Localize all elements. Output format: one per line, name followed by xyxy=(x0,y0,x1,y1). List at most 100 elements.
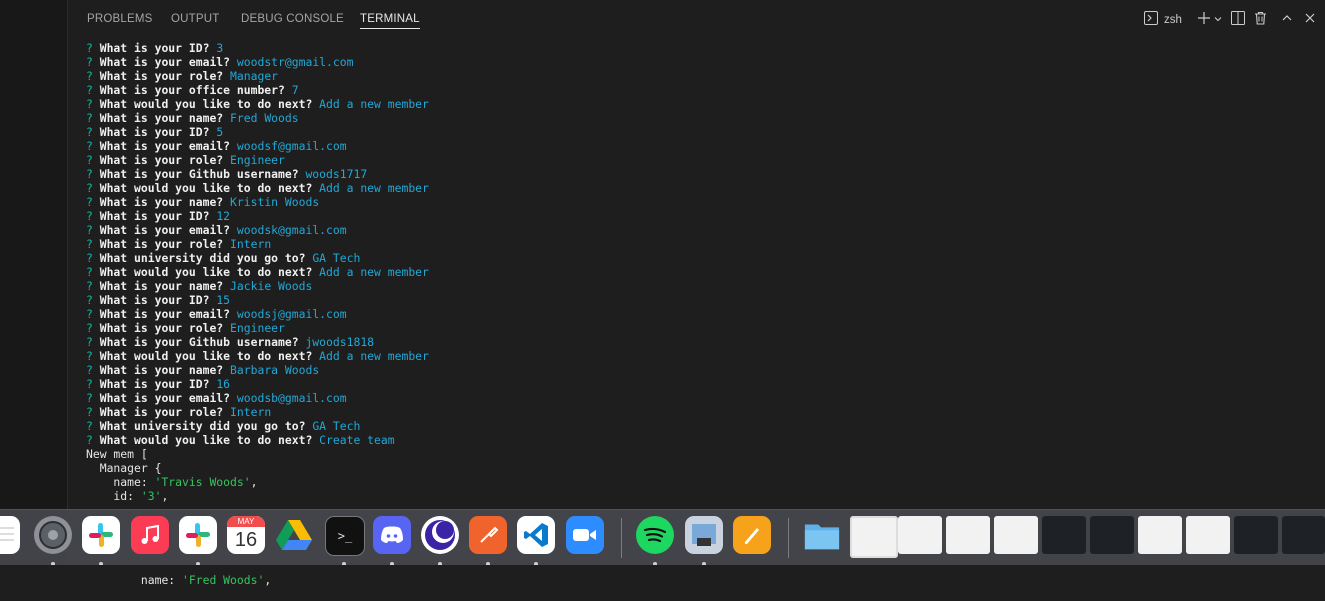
prompt-text: What is your email? xyxy=(99,55,231,69)
system-preferences-icon[interactable] xyxy=(34,516,72,554)
output-header: New mem [ xyxy=(86,447,148,461)
terminal-line: ? What is your name? Barbara Woods xyxy=(86,363,1315,377)
terminal-line: ? What is your ID? 5 xyxy=(86,125,1315,139)
dock-separator-2 xyxy=(788,518,789,558)
calendar-icon[interactable]: MAY 16 xyxy=(227,516,265,554)
window-thumbnail[interactable] xyxy=(994,516,1038,554)
window-thumbnail[interactable] xyxy=(1042,516,1086,554)
terminal-line: ? What is your role? Manager xyxy=(86,69,1315,83)
prompt-text: What is your role? xyxy=(99,69,224,83)
window-thumbnail[interactable] xyxy=(850,516,898,558)
terminal-line: ? What is your name? Fred Woods xyxy=(86,111,1315,125)
prompt-mark: ? xyxy=(86,209,93,223)
tab-terminal[interactable]: TERMINAL xyxy=(360,13,420,29)
prompt-mark: ? xyxy=(86,321,93,335)
prompt-text: What is your email? xyxy=(99,391,231,405)
terminal-line: ? What would you like to do next? Create… xyxy=(86,433,1315,447)
answer-text: GA Tech xyxy=(312,419,361,433)
terminal-line: ? What would you like to do next? Add a … xyxy=(86,181,1315,195)
window-thumbnail[interactable] xyxy=(1234,516,1278,554)
terminal-output[interactable]: ? What is your ID? 3? What is your email… xyxy=(86,41,1315,503)
preview-icon[interactable] xyxy=(685,516,723,554)
answer-text: Jackie Woods xyxy=(230,279,313,293)
answer-text: GA Tech xyxy=(312,251,361,265)
prompt-text: What is your ID? xyxy=(99,293,210,307)
prompt-text: What is your role? xyxy=(99,237,224,251)
notes-app-icon[interactable] xyxy=(0,516,20,554)
kill-terminal-button[interactable] xyxy=(1254,10,1267,30)
terminal-line: ? What is your name? Kristin Woods xyxy=(86,195,1315,209)
window-thumbnail[interactable] xyxy=(1138,516,1182,554)
google-drive-icon[interactable] xyxy=(275,516,313,554)
answer-text: Add a new member xyxy=(319,97,429,111)
terminal-toolbar: zsh xyxy=(1135,10,1325,30)
shell-selector[interactable]: zsh xyxy=(1144,10,1182,30)
answer-text: woodsk@gmail.com xyxy=(236,223,347,237)
discord-icon[interactable] xyxy=(373,516,411,554)
tab-debug-console[interactable]: DEBUG CONSOLE xyxy=(241,13,344,25)
prompt-text: What is your name? xyxy=(99,195,224,209)
answer-text: 16 xyxy=(216,377,231,391)
answer-text: Create team xyxy=(319,433,395,447)
tab-output[interactable]: OUTPUT xyxy=(171,13,219,25)
split-icon xyxy=(1231,10,1245,30)
terminal-glyph: >_ xyxy=(337,529,353,543)
output-key: id: xyxy=(86,489,141,503)
output-line: id: '3', xyxy=(86,489,1315,503)
prompt-mark: ? xyxy=(86,349,93,363)
prompt-mark: ? xyxy=(86,391,93,405)
downloads-folder-icon[interactable] xyxy=(803,516,841,554)
prompt-mark: ? xyxy=(86,279,93,293)
pages-icon[interactable] xyxy=(733,516,771,554)
tab-problems[interactable]: PROBLEMS xyxy=(87,13,153,25)
prompt-text: What university did you go to? xyxy=(99,419,306,433)
prompt-mark: ? xyxy=(86,69,93,83)
chevron-up-icon xyxy=(1281,11,1293,29)
window-thumbnail[interactable] xyxy=(946,516,990,554)
postman-icon[interactable] xyxy=(469,516,507,554)
answer-text: woodsf@gmail.com xyxy=(236,139,347,153)
prompt-mark: ? xyxy=(86,83,93,97)
window-thumbnail[interactable] xyxy=(1186,516,1230,554)
dock-separator xyxy=(621,518,622,558)
calendar-month: MAY xyxy=(227,516,265,527)
slack-icon[interactable] xyxy=(82,516,120,554)
window-thumbnail[interactable] xyxy=(898,516,942,554)
terminal-line: ? What is your role? Intern xyxy=(86,405,1315,419)
prompt-mark: ? xyxy=(86,419,93,433)
output-punct: , xyxy=(264,573,272,587)
answer-text: 12 xyxy=(216,209,231,223)
spotify-icon[interactable] xyxy=(636,516,674,554)
output-string: '3' xyxy=(140,489,162,503)
terminal-line: ? What is your Github username? jwoods18… xyxy=(86,335,1315,349)
music-icon[interactable] xyxy=(131,516,169,554)
answer-text: 15 xyxy=(216,293,231,307)
prompt-text: What is your Github username? xyxy=(99,167,299,181)
prompt-mark: ? xyxy=(86,181,93,195)
split-terminal-button[interactable] xyxy=(1231,10,1245,30)
terminal-overflow-line: name: 'Fred Woods', xyxy=(0,565,1325,587)
terminal-line: ? What is your ID? 15 xyxy=(86,293,1315,307)
prompt-text: What is your name? xyxy=(99,363,224,377)
prompt-mark: ? xyxy=(86,237,93,251)
window-thumbnail[interactable] xyxy=(1090,516,1134,554)
window-thumbnail[interactable] xyxy=(1282,516,1325,554)
maximize-panel-button[interactable] xyxy=(1281,10,1293,30)
launch-profile-button[interactable] xyxy=(1213,10,1223,30)
prompt-mark: ? xyxy=(86,405,93,419)
prompt-mark: ? xyxy=(86,433,93,447)
answer-text: Add a new member xyxy=(319,265,429,279)
vscode-icon[interactable] xyxy=(517,516,555,554)
terminal-line: ? What is your Github username? woods171… xyxy=(86,167,1315,181)
new-terminal-button[interactable] xyxy=(1197,10,1211,30)
prompt-text: What is your ID? xyxy=(99,41,210,55)
macos-dock: MAY 16 >_ xyxy=(0,509,1325,566)
slack-icon-2[interactable] xyxy=(179,516,217,554)
shell-label: zsh xyxy=(1164,14,1182,26)
focus-app-icon[interactable] xyxy=(421,516,459,554)
answer-text: Engineer xyxy=(230,153,285,167)
close-panel-button[interactable] xyxy=(1304,10,1316,30)
zoom-icon[interactable] xyxy=(566,516,604,554)
terminal-app-icon[interactable]: >_ xyxy=(325,516,365,556)
output-line: Manager { xyxy=(86,461,1315,475)
